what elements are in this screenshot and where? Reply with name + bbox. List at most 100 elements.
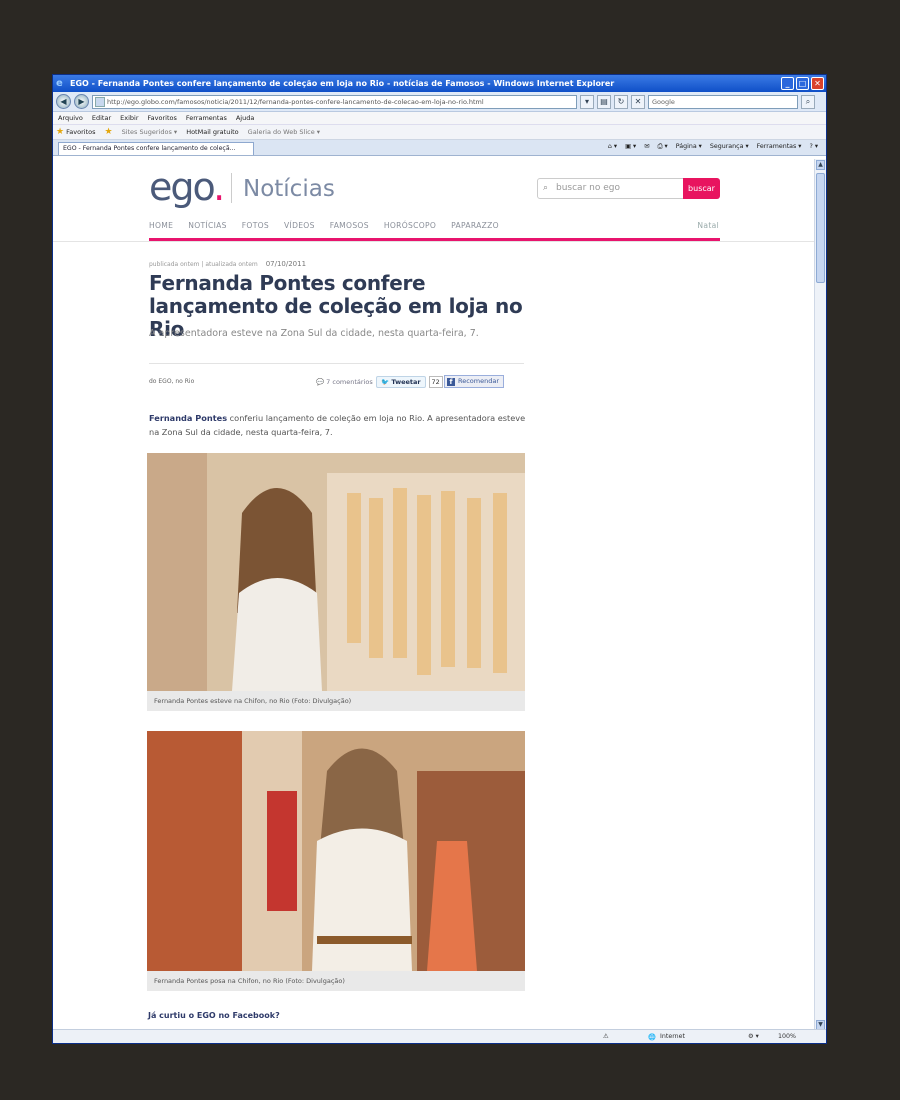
- comments-link[interactable]: 💬 7 comentários: [316, 378, 373, 386]
- store-clothes-rack-icon: [147, 453, 525, 691]
- menu-exibir[interactable]: Exibir: [120, 114, 138, 122]
- updated-label: atualizada ontem: [205, 261, 258, 268]
- maximize-button[interactable]: □: [796, 77, 809, 90]
- feeds-icon[interactable]: ▣ ▾: [625, 143, 636, 151]
- nav-noticias[interactable]: NOTÍCIAS: [188, 221, 227, 230]
- status-bar: ⚠ 🌐 Internet ⚙ ▾ 100%: [53, 1029, 826, 1043]
- published-label: publicada ontem: [149, 261, 200, 268]
- scroll-up-icon[interactable]: ▲: [816, 160, 825, 170]
- fav-item-hotmail[interactable]: HotMail gratuito: [186, 128, 238, 136]
- tab-active[interactable]: EGO - Fernanda Pontes confere lançamento…: [58, 142, 254, 155]
- site-search-button[interactable]: buscar: [683, 178, 720, 199]
- menu-favoritos[interactable]: Favoritos: [148, 114, 177, 122]
- search-icon[interactable]: ⌕: [801, 94, 815, 109]
- security-icon: ⚠: [603, 1033, 609, 1040]
- article-photo-1: Fernanda Pontes esteve na Chifon, no Rio…: [147, 453, 525, 711]
- page-content: ego. Notícias ⌕ buscar no ego buscar HOM…: [53, 159, 816, 1031]
- print-icon[interactable]: ⎙ ▾: [658, 143, 668, 151]
- lead-name-link[interactable]: Fernanda Pontes: [149, 413, 227, 423]
- refresh-icon[interactable]: ↻: [614, 94, 628, 109]
- photo-image-2[interactable]: [147, 731, 525, 971]
- facebook-cta[interactable]: Já curtiu o EGO no Facebook?: [148, 1011, 280, 1020]
- vertical-scrollbar[interactable]: ▲ ▼: [814, 159, 826, 1031]
- logo-divider: [231, 173, 232, 203]
- tweet-widget: 🐦 Tweetar 72: [376, 375, 443, 388]
- nav-paparazzo[interactable]: PAPARAZZO: [451, 221, 499, 230]
- protected-mode-icon[interactable]: ⚙ ▾: [748, 1033, 759, 1040]
- site-logo[interactable]: ego.: [149, 165, 225, 209]
- help-icon[interactable]: ? ▾: [809, 143, 818, 151]
- page-icon: [95, 96, 105, 107]
- tweet-count: 72: [428, 375, 443, 388]
- browser-search-input[interactable]: Google: [648, 94, 798, 109]
- mail-icon[interactable]: ✉: [644, 143, 649, 151]
- title-bar: e EGO - Fernanda Pontes confere lançamen…: [53, 75, 826, 92]
- article-lead: Fernanda Pontes conferiu lançamento de c…: [149, 411, 529, 439]
- window-title: EGO - Fernanda Pontes confere lançamento…: [70, 79, 615, 88]
- logo-text: ego: [149, 165, 215, 209]
- command-bar: ⌂ ▾ ▣ ▾ ✉ ⎙ ▾ Página ▾ Segurança ▾ Ferra…: [608, 143, 818, 151]
- article-photo-2: Fernanda Pontes posa na Chifon, no Rio (…: [147, 731, 525, 991]
- nav-home[interactable]: HOME: [149, 221, 173, 230]
- site-search-placeholder: buscar no ego: [556, 183, 620, 193]
- menu-bar: Arquivo Editar Exibir Favoritos Ferramen…: [53, 112, 826, 125]
- nav-natal[interactable]: Natal: [697, 221, 719, 230]
- scroll-thumb[interactable]: [816, 173, 825, 283]
- forward-button[interactable]: ▶: [74, 94, 89, 109]
- nav-fotos[interactable]: FOTOS: [242, 221, 269, 230]
- close-button[interactable]: ✕: [811, 77, 824, 90]
- facebook-recommend-button[interactable]: f Recomendar: [444, 375, 505, 388]
- cmd-pagina[interactable]: Página ▾: [676, 143, 702, 151]
- favorites-button[interactable]: ★ Favoritos: [56, 127, 96, 137]
- nav-videos[interactable]: VÍDEOS: [284, 221, 315, 230]
- add-favorite-icon[interactable]: ★: [105, 127, 113, 137]
- tweet-button[interactable]: 🐦 Tweetar: [376, 375, 426, 388]
- tweet-label: Tweetar: [391, 377, 421, 386]
- cmd-seguranca[interactable]: Segurança ▾: [710, 143, 749, 151]
- photo-image-1[interactable]: [147, 453, 525, 691]
- article-byline: do EGO, no Rio: [149, 378, 195, 385]
- fav-item-sites-sugeridos[interactable]: Sites Sugeridos ▾: [122, 128, 178, 136]
- article-date: 07/10/2011: [265, 260, 307, 268]
- fav-item-web-slice[interactable]: Galeria do Web Slice ▾: [248, 128, 320, 136]
- back-button[interactable]: ◀: [56, 94, 71, 109]
- article-subhead: A apresentadora esteve na Zona Sul da ci…: [149, 328, 479, 339]
- facebook-recommend-label: Recomendar: [458, 377, 500, 385]
- home-icon[interactable]: ⌂ ▾: [608, 143, 617, 151]
- address-dropdown-button[interactable]: ▾: [580, 94, 594, 109]
- address-bar[interactable]: http://ego.globo.com/famosos/noticia/201…: [92, 94, 577, 109]
- compatibility-icon[interactable]: ▤: [597, 94, 611, 109]
- nav-famosos[interactable]: FAMOSOS: [330, 221, 369, 230]
- comments-count: 7 comentários: [326, 378, 373, 386]
- address-toolbar: ◀ ▶ http://ego.globo.com/famosos/noticia…: [53, 92, 826, 112]
- menu-ajuda[interactable]: Ajuda: [236, 114, 254, 122]
- site-nav: HOME NOTÍCIAS FOTOS VÍDEOS FAMOSOS HORÓS…: [149, 221, 719, 230]
- address-url: http://ego.globo.com/famosos/noticia/201…: [107, 97, 484, 106]
- minimize-button[interactable]: _: [781, 77, 794, 90]
- menu-ferramentas[interactable]: Ferramentas: [186, 114, 227, 122]
- stop-icon[interactable]: ✕: [631, 94, 645, 109]
- globe-icon: 🌐: [648, 1034, 656, 1041]
- section-title[interactable]: Notícias: [243, 175, 335, 203]
- site-search-input[interactable]: ⌕ buscar no ego: [537, 178, 684, 199]
- cmd-ferramentas[interactable]: Ferramentas ▾: [757, 143, 802, 151]
- article-dateline: publicada ontem | atualizada ontem 07/10…: [149, 260, 307, 268]
- menu-editar[interactable]: Editar: [92, 114, 111, 122]
- menu-arquivo[interactable]: Arquivo: [58, 114, 83, 122]
- favorites-bar: ★ Favoritos ★ Sites Sugeridos ▾ HotMail …: [53, 125, 826, 140]
- status-zone: Internet: [660, 1033, 686, 1040]
- browser-window: e EGO - Fernanda Pontes confere lançamen…: [52, 74, 827, 1044]
- star-icon: ★: [56, 127, 65, 137]
- facebook-icon: f: [447, 377, 455, 386]
- tab-row: EGO - Fernanda Pontes confere lançamento…: [53, 140, 826, 156]
- nav-horoscopo[interactable]: HORÓSCOPO: [384, 221, 436, 230]
- store-mannequin-icon: [147, 731, 525, 971]
- header-divider: [53, 241, 816, 242]
- logo-dot: .: [213, 165, 225, 209]
- zoom-level[interactable]: 100%: [778, 1033, 796, 1040]
- ie-logo-icon: e: [56, 78, 63, 89]
- photo-caption-2: Fernanda Pontes posa na Chifon, no Rio (…: [154, 977, 345, 985]
- search-icon: ⌕: [543, 183, 549, 193]
- favorites-label: Favoritos: [66, 128, 96, 136]
- photo-caption-1: Fernanda Pontes esteve na Chifon, no Rio…: [154, 697, 352, 705]
